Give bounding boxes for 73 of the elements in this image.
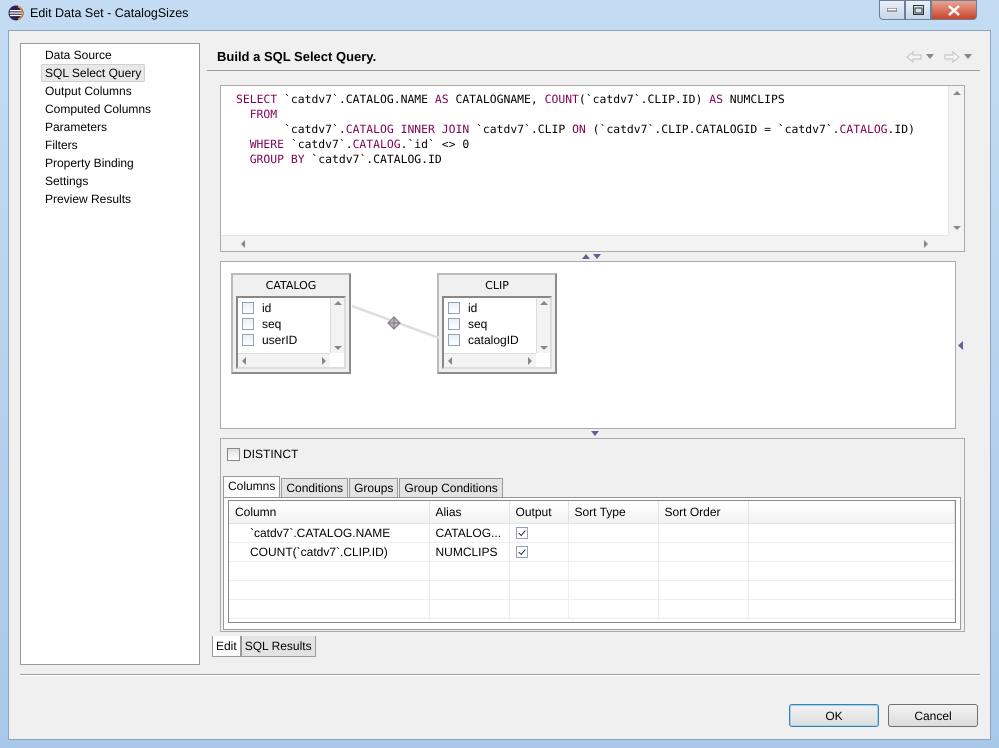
horizontal-scrollbar[interactable] [444,353,536,367]
field-row[interactable]: catalogID [444,332,536,348]
table-name: CATALOG [264,278,318,294]
sql-line: GROUP BY `catdv7`.CATALOG.ID [248,152,442,167]
sidebar-item[interactable]: Filters [41,136,82,154]
cancel-button[interactable]: Cancel [888,704,978,727]
sql-line: FROM [248,107,278,122]
distinct-checkbox[interactable] [227,448,240,460]
query-tab[interactable]: Columns [223,476,280,497]
column-header[interactable]: Alias [429,501,509,523]
column-header[interactable]: Sort Type [568,501,658,523]
expand-left-icon[interactable] [958,340,963,350]
sidebar-item[interactable]: Settings [41,172,92,190]
forward-menu-button[interactable] [964,54,972,59]
vertical-scrollbar[interactable] [330,298,344,353]
query-tab[interactable]: Conditions [281,478,348,497]
sidebar-item[interactable]: Output Columns [41,82,136,100]
table-cell: `catdv7`.CATALOG.NAME [229,523,429,542]
collapse-down-icon[interactable] [591,431,599,436]
close-button[interactable] [931,0,977,20]
sql-editor[interactable] [220,85,965,252]
sidebar-item[interactable]: Parameters [41,118,112,136]
sidebar-item[interactable]: SQL Select Query [41,64,146,82]
horizontal-scrollbar[interactable] [238,353,330,367]
sidebar-item[interactable]: Property Binding [41,154,138,172]
field-row[interactable]: userID [238,332,330,348]
column-header[interactable]: Column [229,501,429,523]
ok-button[interactable]: OK [789,704,879,727]
distinct-label: DISTINCT [243,446,298,463]
column-header[interactable]: Output [509,501,568,523]
table-node[interactable]: CLIP id seq catalogID [437,273,557,374]
table-cell: NUMCLIPS [429,542,509,561]
sidebar-item[interactable]: Preview Results [41,190,136,208]
output-checkbox[interactable] [516,546,528,558]
table-cell: COUNT(`catdv7`.CLIP.ID) [229,542,429,561]
maximize-icon [912,5,924,15]
sql-line: `catdv7`.CATALOG INNER JOIN `catdv7`.CLIP ON (`catdv7`.CLIP.CATALOGID = `catdv7`.CATALOG.ID) [283,122,915,137]
query-tab[interactable]: Group Conditions [399,478,503,497]
vertical-scrollbar[interactable] [536,298,550,353]
editor-tab[interactable]: SQL Results [240,636,316,657]
minimize-button[interactable] [879,0,905,20]
field-row[interactable]: id [238,300,330,316]
join-line[interactable] [352,304,440,340]
caret-icon [926,54,934,59]
editor-tab[interactable]: Edit [212,636,241,657]
caret-icon [964,54,972,59]
sidebar-item[interactable]: Computed Columns [41,100,156,118]
horizontal-scrollbar[interactable] [221,235,948,251]
sql-line: WHERE `catdv7`.CATALOG.`id` <> 0 [248,137,470,152]
output-checkbox[interactable] [516,527,528,540]
page-title: Build a SQL Select Query. [217,48,376,66]
back-menu-button[interactable] [926,54,934,59]
table-cell: CATALOG... [429,523,509,542]
window-title: Edit Data Set - CatalogSizes [30,5,188,21]
collapse-up-icon[interactable] [582,254,590,259]
field-row[interactable]: seq [238,316,330,332]
sidebar-item[interactable]: Data Source [41,46,116,64]
query-tab[interactable]: Groups [349,478,398,497]
sql-line: SELECT `catdv7`.CATALOG.NAME AS CATALOGNAME, COUNT(`catdv7`.CLIP.ID) AS NUMCLIPS [236,92,785,107]
column-header[interactable]: Sort Order [658,501,748,523]
vertical-scrollbar[interactable] [948,86,964,235]
close-icon [948,4,960,16]
join-handle-icon[interactable] [387,316,401,330]
maximize-button[interactable] [905,0,931,20]
collapse-down-icon[interactable] [593,254,601,259]
app-icon [8,5,24,21]
field-row[interactable]: seq [444,316,536,332]
right-arrow-icon [944,50,960,62]
table-name: CLIP [484,278,510,294]
table-node[interactable]: CATALOG id seq userID [231,273,351,374]
left-arrow-icon [906,50,922,62]
minimize-icon [887,8,897,12]
field-row[interactable]: id [444,300,536,316]
